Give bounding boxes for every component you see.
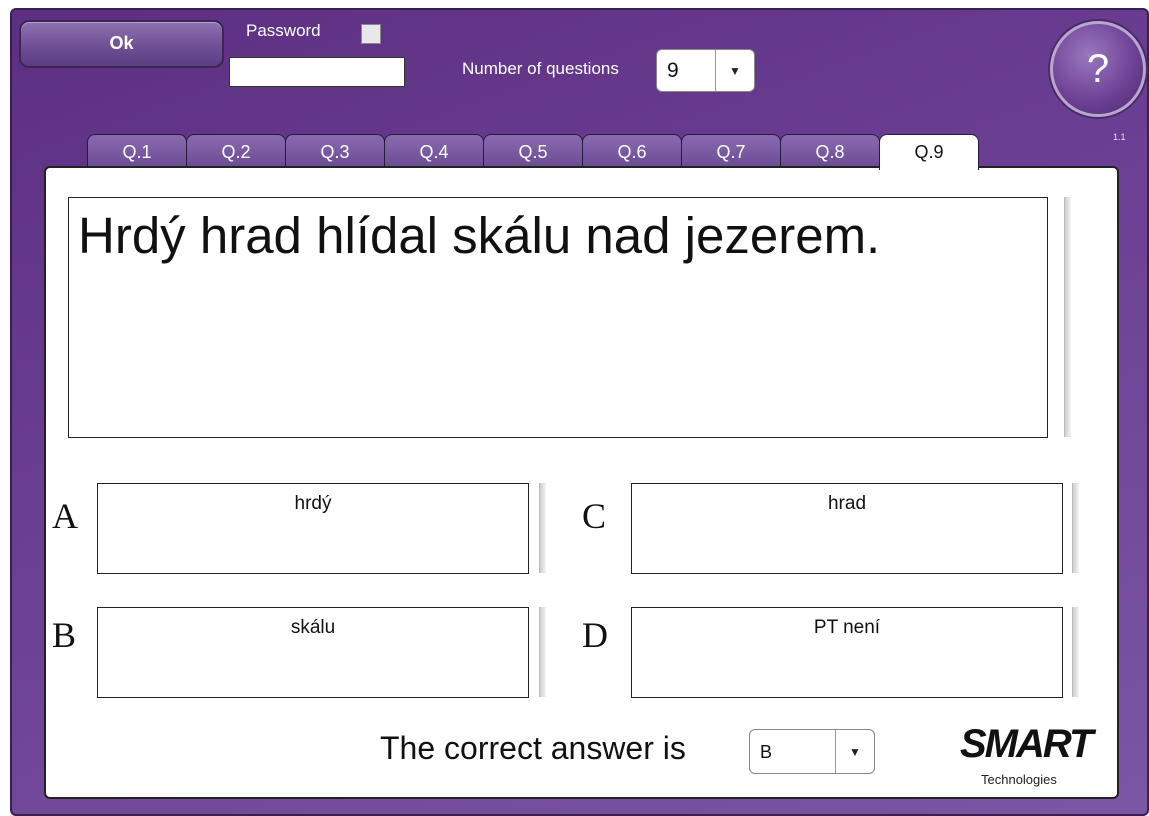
password-input[interactable] — [229, 57, 405, 87]
tab-q7[interactable]: Q.7 — [681, 134, 781, 168]
option-b-letter: B — [52, 615, 77, 655]
smart-logo-word: SMART — [960, 722, 1093, 766]
password-checkbox[interactable] — [361, 24, 381, 44]
question-box[interactable]: Hrdý hrad hlídal skálu nad jezerem. — [68, 197, 1048, 438]
option-d-letter: D — [582, 615, 608, 655]
option-a-box[interactable]: hrdý — [97, 483, 529, 574]
number-of-questions-value: 9 — [667, 59, 679, 82]
password-label: Password — [246, 21, 321, 40]
correct-answer-value: B — [760, 742, 773, 762]
tab-q4[interactable]: Q.4 — [384, 134, 484, 168]
number-of-questions-label: Number of questions — [462, 59, 619, 78]
chevron-down-icon[interactable]: ▼ — [715, 50, 754, 91]
option-c-box[interactable]: hrad — [631, 483, 1063, 574]
smart-logo-subtitle: Technologies — [981, 772, 1057, 787]
ok-button[interactable]: Ok — [19, 20, 224, 68]
question-scrollbar[interactable] — [1064, 197, 1071, 437]
help-button[interactable]: ? — [1050, 21, 1146, 117]
tab-q1[interactable]: Q.1 — [87, 134, 187, 168]
tab-q8[interactable]: Q.8 — [780, 134, 880, 168]
option-a-scrollbar[interactable] — [539, 483, 546, 573]
option-d-box[interactable]: PT není — [631, 607, 1063, 698]
correct-answer-select[interactable]: B ▼ — [749, 729, 875, 774]
option-c-letter: C — [582, 496, 607, 536]
number-of-questions-select[interactable]: 9 ▼ — [656, 49, 755, 92]
question-text: Hrdý hrad hlídal skálu nad jezerem. — [78, 207, 881, 264]
tab-q9[interactable]: Q.9 — [879, 134, 979, 170]
option-c-scrollbar[interactable] — [1072, 483, 1079, 573]
option-a-letter: A — [52, 496, 78, 536]
correct-answer-label: The correct answer is — [380, 730, 686, 766]
chevron-down-icon[interactable]: ▼ — [835, 730, 874, 773]
smart-logo: SMART Technologies — [960, 722, 1093, 792]
tab-q3[interactable]: Q.3 — [285, 134, 385, 168]
tab-q6[interactable]: Q.6 — [582, 134, 682, 168]
option-d-scrollbar[interactable] — [1072, 607, 1079, 697]
option-b-scrollbar[interactable] — [539, 607, 546, 697]
tab-q5[interactable]: Q.5 — [483, 134, 583, 168]
version-label: 1.1 — [1113, 132, 1126, 142]
tab-q2[interactable]: Q.2 — [186, 134, 286, 168]
option-b-box[interactable]: skálu — [97, 607, 529, 698]
